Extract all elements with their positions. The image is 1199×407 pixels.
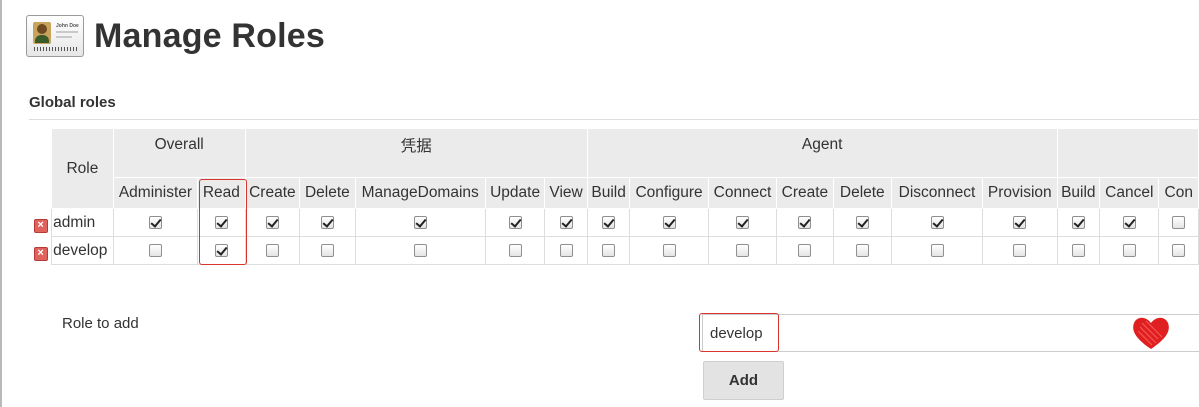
permission-header: Create — [776, 177, 834, 209]
section-divider — [29, 119, 1199, 120]
permission-checkbox[interactable] — [930, 215, 944, 229]
heart-icon — [1133, 317, 1169, 349]
category-overall: Overall — [112, 128, 246, 178]
permission-header: Con — [1158, 177, 1199, 209]
permission-checkbox[interactable] — [662, 215, 676, 229]
permission-checkbox[interactable] — [602, 243, 616, 257]
permission-header: Build — [586, 177, 631, 209]
page-title: Manage Roles — [94, 16, 326, 55]
permission-checkbox[interactable] — [148, 215, 162, 229]
category-credentials: 凭据 — [244, 128, 588, 178]
role-row: × admin — [30, 208, 1199, 237]
role-to-add-label: Role to add — [62, 315, 139, 332]
person-photo-icon — [33, 22, 51, 44]
permission-checkbox[interactable] — [855, 243, 869, 257]
permission-header: Build — [1056, 177, 1101, 209]
permission-checkbox[interactable] — [320, 243, 334, 257]
permission-checkbox[interactable] — [735, 243, 749, 257]
logo-name: John Doe — [56, 23, 79, 29]
permission-checkbox[interactable] — [1071, 243, 1085, 257]
global-roles-matrix: Role Overall 凭据 Agent Administer Read Crea… — [30, 128, 1199, 268]
permission-checkbox[interactable] — [265, 215, 279, 229]
permission-checkbox[interactable] — [214, 243, 228, 257]
role-name: develop — [51, 236, 114, 265]
permission-checkbox[interactable] — [602, 215, 616, 229]
permission-header: Delete — [299, 177, 356, 209]
permission-checkbox[interactable] — [1013, 243, 1027, 257]
permission-header: Delete — [832, 177, 892, 209]
permission-header: View — [544, 177, 588, 209]
permission-checkbox[interactable] — [930, 243, 944, 257]
permission-checkbox[interactable] — [1071, 215, 1085, 229]
permission-checkbox[interactable] — [508, 215, 522, 229]
add-button[interactable]: Add — [703, 361, 784, 400]
permission-checkbox[interactable] — [1122, 215, 1136, 229]
role-to-add-input[interactable] — [702, 314, 1199, 352]
permission-header: Update — [484, 177, 546, 209]
permission-checkbox[interactable] — [559, 215, 573, 229]
roles-logo-icon: John Doe — [26, 15, 84, 57]
permission-checkbox[interactable] — [735, 215, 749, 229]
delete-role-icon[interactable]: × — [33, 246, 48, 261]
permission-header: Administer — [112, 177, 199, 209]
permission-checkbox[interactable] — [1172, 243, 1186, 257]
permission-checkbox[interactable] — [662, 243, 676, 257]
permission-table: Role Overall 凭据 Agent Administer Read Crea… — [30, 128, 1199, 265]
permission-checkbox[interactable] — [1122, 243, 1136, 257]
role-row: × develop — [30, 236, 1199, 265]
permission-checkbox[interactable] — [148, 243, 162, 257]
permission-header: Configure — [629, 177, 709, 209]
page-header: John Doe Manage Roles — [26, 8, 325, 64]
permission-checkbox[interactable] — [214, 215, 228, 229]
permission-header: Disconnect — [890, 177, 984, 209]
category-header-row: Role Overall 凭据 Agent — [30, 128, 1199, 209]
permission-checkbox[interactable] — [265, 243, 279, 257]
permission-header: Read — [197, 177, 246, 209]
category-agent: Agent — [586, 128, 1058, 178]
permission-checkbox[interactable] — [798, 215, 812, 229]
permission-header: ManageDomains — [354, 177, 486, 209]
permission-header: Provision — [982, 177, 1058, 209]
permission-header: Create — [244, 177, 301, 209]
page-edge-rule — [0, 0, 2, 407]
barcode-icon — [34, 47, 78, 51]
role-column-header: Role — [51, 128, 114, 209]
permission-checkbox[interactable] — [508, 243, 522, 257]
permission-header: Cancel — [1099, 177, 1160, 209]
role-name: admin — [51, 208, 114, 237]
category-job — [1056, 128, 1199, 178]
permission-checkbox[interactable] — [855, 215, 869, 229]
permission-checkbox[interactable] — [559, 243, 573, 257]
permission-header-row: Administer Read Create Delete ManageDomains U… — [30, 177, 1199, 209]
permission-checkbox[interactable] — [798, 243, 812, 257]
permission-checkbox[interactable] — [1172, 215, 1186, 229]
permission-checkbox[interactable] — [413, 243, 427, 257]
permission-header: Connect — [707, 177, 778, 209]
section-title: Global roles — [29, 94, 116, 111]
permission-checkbox[interactable] — [1013, 215, 1027, 229]
permission-checkbox[interactable] — [413, 215, 427, 229]
delete-role-icon[interactable]: × — [33, 218, 48, 233]
permission-checkbox[interactable] — [320, 215, 334, 229]
